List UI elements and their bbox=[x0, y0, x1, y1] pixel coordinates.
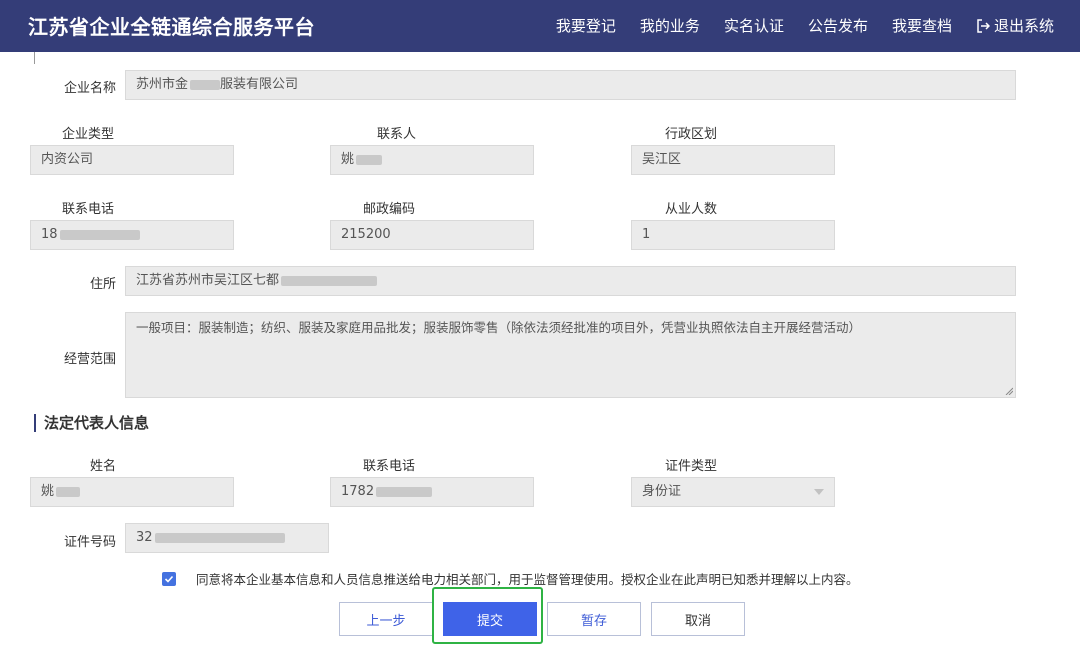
section-marker bbox=[34, 52, 35, 64]
masked-text bbox=[281, 275, 378, 286]
id-type-select[interactable]: 身份证 bbox=[631, 477, 835, 507]
masked-text bbox=[59, 229, 140, 240]
business-scope-label: 经营范围 bbox=[63, 352, 116, 367]
legal-phone-field[interactable]: 1782 bbox=[330, 477, 534, 507]
chevron-down-icon bbox=[814, 489, 824, 495]
region-field[interactable]: 吴江区 bbox=[631, 145, 835, 175]
company-type-label: 企业类型 bbox=[62, 127, 115, 142]
address-field[interactable]: 江苏省苏州市吴江区七都 bbox=[125, 266, 1016, 296]
postcode-label: 邮政编码 bbox=[363, 202, 416, 217]
contact-field[interactable]: 姚 bbox=[330, 145, 534, 175]
company-name-label: 企业名称 bbox=[63, 81, 116, 96]
address-label: 住所 bbox=[89, 277, 116, 292]
nav-announcement[interactable]: 公告发布 bbox=[808, 15, 868, 36]
business-scope-textarea[interactable]: 一般项目：服装制造；纺织、服装及家庭用品批发；服装服饰零售（除依法须经批准的项目… bbox=[125, 312, 1016, 398]
staff-count-field[interactable]: 1 bbox=[631, 220, 835, 250]
logout-label: 退出系统 bbox=[993, 17, 1054, 35]
masked-text bbox=[376, 486, 433, 497]
logout-icon bbox=[977, 18, 990, 33]
postcode-field[interactable]: 215200 bbox=[330, 220, 534, 250]
agreement-text: 同意将本企业基本信息和人员信息推送给电力相关部门，用于监督管理使用。授权企业在此… bbox=[196, 572, 859, 587]
prev-step-button[interactable]: 上一步 bbox=[339, 602, 433, 636]
staff-count-label: 从业人数 bbox=[665, 202, 718, 217]
platform-title: 江苏省企业全链通综合服务平台 bbox=[28, 15, 315, 39]
masked-text bbox=[56, 486, 81, 497]
id-number-label: 证件号码 bbox=[63, 535, 116, 550]
phone-label: 联系电话 bbox=[62, 202, 115, 217]
id-type-label: 证件类型 bbox=[665, 459, 718, 474]
agreement-checkbox[interactable] bbox=[162, 571, 176, 586]
phone-field[interactable]: 18 bbox=[30, 220, 234, 250]
contact-label: 联系人 bbox=[377, 127, 417, 142]
top-navigation-bar: 江苏省企业全链通综合服务平台 我要登记 我的业务 实名认证 公告发布 我要查档 … bbox=[0, 0, 1080, 52]
cancel-button[interactable]: 取消 bbox=[651, 602, 745, 636]
nav-my-business[interactable]: 我的业务 bbox=[640, 15, 700, 36]
company-type-field[interactable]: 内资公司 bbox=[30, 145, 234, 175]
legal-name-label: 姓名 bbox=[90, 459, 117, 474]
masked-text bbox=[356, 154, 383, 165]
agreement-row: 同意将本企业基本信息和人员信息推送给电力相关部门，用于监督管理使用。授权企业在此… bbox=[162, 569, 859, 588]
resize-grip-icon[interactable] bbox=[1005, 387, 1013, 395]
save-draft-button[interactable]: 暂存 bbox=[547, 602, 641, 636]
nav-archive-query[interactable]: 我要查档 bbox=[892, 15, 952, 36]
nav-register[interactable]: 我要登记 bbox=[556, 15, 616, 36]
id-number-field[interactable]: 32 bbox=[125, 523, 329, 553]
submit-button[interactable]: 提交 bbox=[443, 602, 537, 636]
nav-real-name-auth[interactable]: 实名认证 bbox=[724, 15, 784, 36]
legal-rep-section-title: 法定代表人信息 bbox=[34, 414, 149, 432]
region-label: 行政区划 bbox=[665, 127, 718, 142]
main-nav: 我要登记 我的业务 实名认证 公告发布 我要查档 退出系统 bbox=[556, 15, 1054, 36]
logout-button[interactable]: 退出系统 bbox=[976, 15, 1054, 36]
masked-text bbox=[190, 79, 221, 90]
legal-phone-label: 联系电话 bbox=[363, 459, 416, 474]
checkmark-icon bbox=[164, 575, 174, 583]
legal-name-field[interactable]: 姚 bbox=[30, 477, 234, 507]
company-name-field[interactable]: 苏州市金 服装有限公司 bbox=[125, 70, 1016, 100]
masked-text bbox=[154, 532, 285, 543]
